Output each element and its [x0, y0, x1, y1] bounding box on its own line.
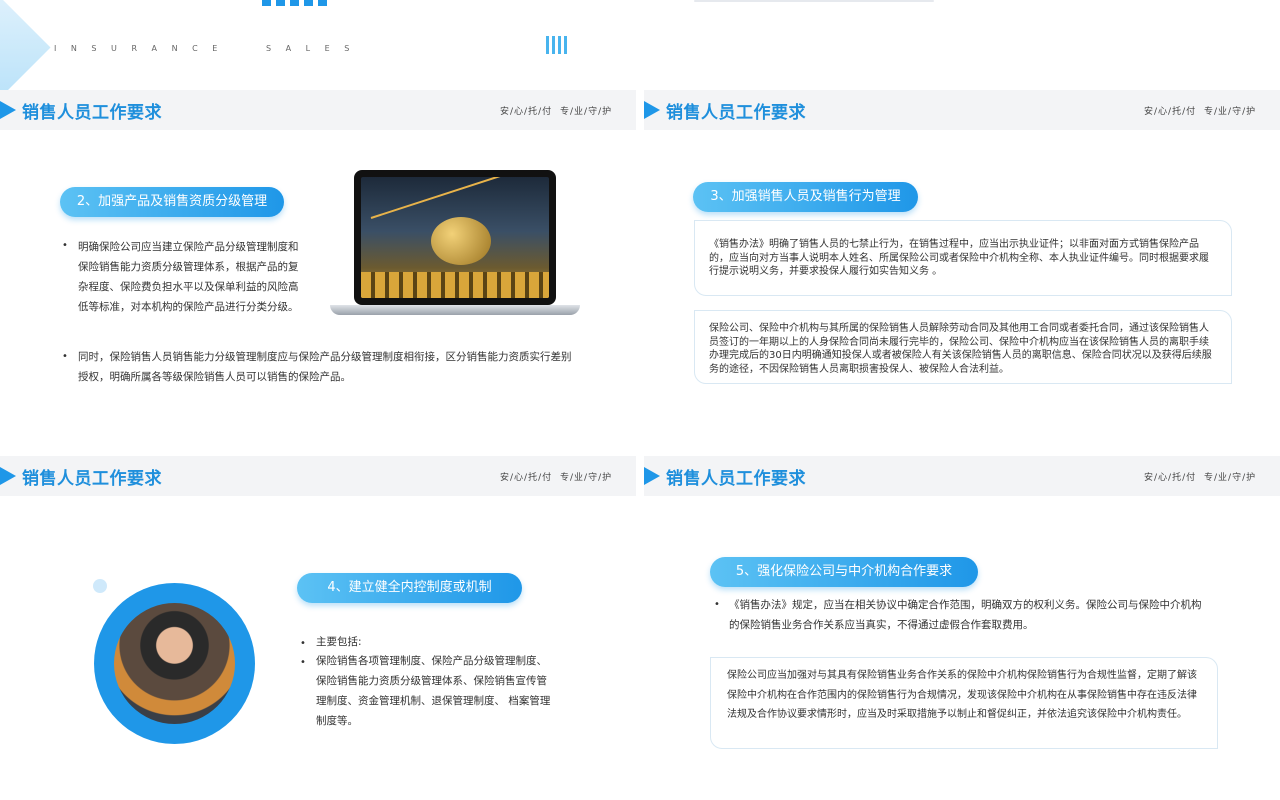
- bullet-dot: •: [62, 351, 68, 362]
- bullet-text: 同时，保险销售人员销售能力分级管理制度应与保险产品分级管理制度相衔接，区分销售能…: [78, 351, 572, 383]
- slide-section-5: 销售人员工作要求 安/心/托/付 专/业/守/护 5、强化保险公司与中介机构合作…: [644, 456, 1280, 800]
- info-box: 《销售办法》明确了销售人员的七禁止行为，在销售过程中，应当出示执业证件；以非面对…: [694, 220, 1232, 296]
- header-triangle-icon: [644, 101, 660, 119]
- header-triangle-icon: [644, 467, 660, 485]
- slide-header: 销售人员工作要求 安/心/托/付 专/业/守/护: [0, 90, 636, 130]
- portrait-photo: [114, 603, 235, 724]
- slide-header: 销售人员工作要求 安/心/托/付 专/业/守/护: [0, 456, 636, 496]
- header-tag-2: 专/业/守/护: [1204, 473, 1257, 483]
- banner-subtitle: I N S U R A N C E S A L E S: [54, 44, 356, 53]
- info-box: 保险公司应当加强对与其具有保险销售业务合作关系的保险中介机构保险销售行为合规性监…: [710, 657, 1218, 749]
- header-tag-1: 安/心/托/付: [500, 107, 553, 117]
- info-box: 保险公司、保险中介机构与其所属的保险销售人员解除劳动合同及其他用工合同或者委托合…: [694, 310, 1232, 384]
- top-right-banner: [644, 0, 1280, 90]
- header-title: 销售人员工作要求: [22, 103, 162, 123]
- banner-line: [694, 0, 934, 2]
- bullet-text: 《销售办法》规定，应当在相关协议中确定合作范围，明确双方的权利义务。保险公司与保…: [729, 599, 1202, 631]
- bullet-text: 主要包括:: [316, 636, 362, 648]
- bullet-dot: •: [300, 657, 306, 668]
- bullet-text: 保险销售各项管理制度、保险产品分级管理制度、保险销售能力资质分级管理体系、保险销…: [316, 655, 551, 727]
- piggy-bank-icon: [431, 217, 491, 265]
- banner-dots-icon: [546, 36, 570, 54]
- header-title: 销售人员工作要求: [666, 103, 806, 123]
- header-triangle-icon: [0, 467, 16, 485]
- header-tag-1: 安/心/托/付: [500, 473, 553, 483]
- header-tag-2: 专/业/守/护: [1204, 107, 1257, 117]
- header-tag-2: 专/业/守/护: [560, 473, 613, 483]
- section-pill: 2、加强产品及销售资质分级管理: [60, 187, 284, 217]
- slide-section-4: 销售人员工作要求 安/心/托/付 专/业/守/护 4、建立健全内控制度或机制 •…: [0, 456, 636, 800]
- top-banner: I N S U R A N C E S A L E S: [0, 0, 636, 90]
- bullet-dot: •: [300, 638, 306, 649]
- laptop-base: [330, 305, 580, 315]
- section-pill: 4、建立健全内控制度或机制: [297, 573, 522, 603]
- header-tag-1: 安/心/托/付: [1144, 107, 1197, 117]
- header-title: 销售人员工作要求: [22, 469, 162, 489]
- header-triangle-icon: [0, 101, 16, 119]
- bullet-dot: •: [714, 599, 720, 610]
- slide-header: 销售人员工作要求 安/心/托/付 专/业/守/护: [644, 456, 1280, 496]
- section-pill: 3、加强销售人员及销售行为管理: [693, 182, 918, 212]
- header-tag-1: 安/心/托/付: [1144, 473, 1197, 483]
- section-pill: 5、强化保险公司与中介机构合作要求: [710, 557, 978, 587]
- banner-glow-shape: [0, 0, 51, 90]
- coin-stacks: [361, 272, 549, 298]
- bullet-dot: •: [62, 240, 68, 251]
- header-tag-2: 专/业/守/护: [560, 107, 613, 117]
- laptop-screen: [354, 170, 556, 305]
- slide-section-3: 销售人员工作要求 安/心/托/付 专/业/守/护 3、加强销售人员及销售行为管理…: [644, 90, 1280, 440]
- laptop-image: [330, 170, 580, 315]
- piggy-bank-scene: [361, 177, 549, 298]
- slide-section-2: 销售人员工作要求 安/心/托/付 专/业/守/护 2、加强产品及销售资质分级管理…: [0, 90, 636, 440]
- chart-line: [370, 177, 533, 219]
- header-title: 销售人员工作要求: [666, 469, 806, 489]
- slide-header: 销售人员工作要求 安/心/托/付 专/业/守/护: [644, 90, 1280, 130]
- banner-arrow-icon: [262, 0, 332, 6]
- bullet-text: 明确保险公司应当建立保险产品分级管理制度和保险销售能力资质分级管理体系，根据产品…: [78, 241, 299, 313]
- decor-dot: [93, 579, 107, 593]
